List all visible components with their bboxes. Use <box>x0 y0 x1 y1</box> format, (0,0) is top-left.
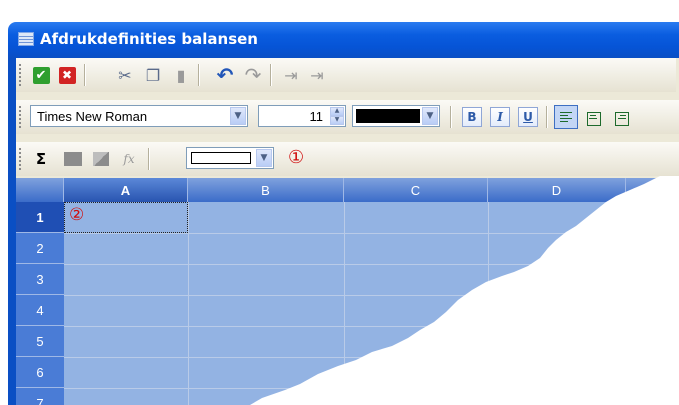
torn-edge-mask <box>250 176 679 405</box>
window: Afdrukdefinities balansen ✔ ✖ ✂ ❐ ▮ ↶ ↷ … <box>0 0 679 405</box>
